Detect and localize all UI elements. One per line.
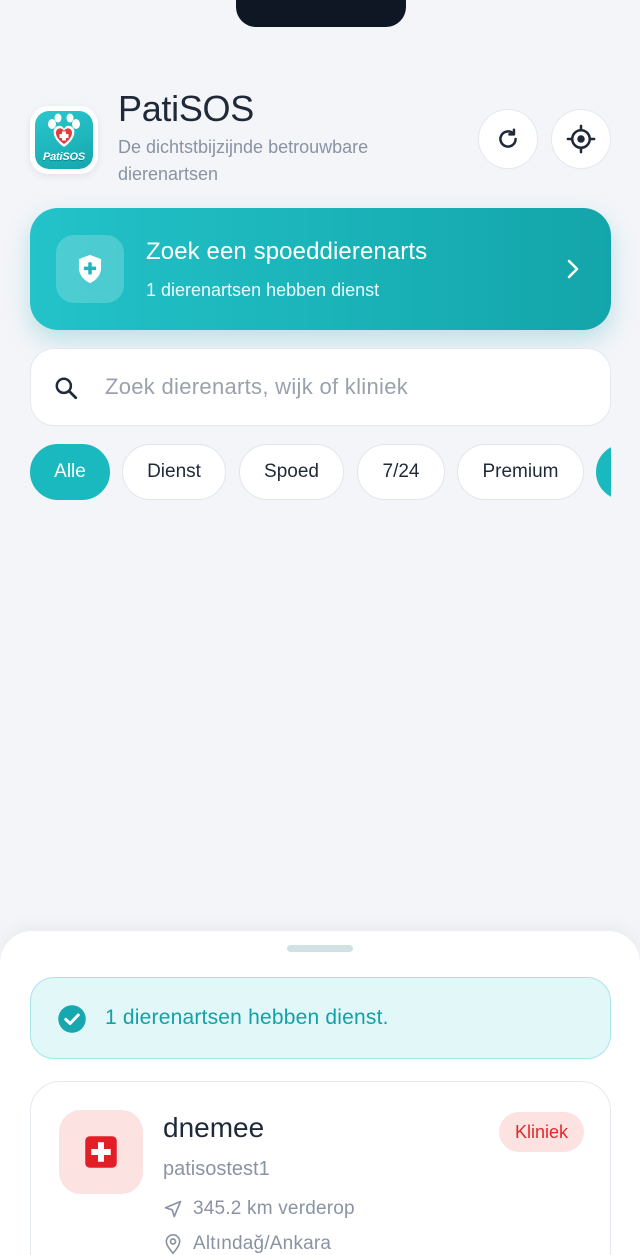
app-subtitle: De dichtstbijzijnde betrouwbare dierenar… xyxy=(118,137,369,184)
refresh-icon xyxy=(499,128,517,148)
sheet-drag-handle[interactable] xyxy=(287,945,353,952)
map-pin-icon xyxy=(165,1234,181,1255)
medical-cross-icon xyxy=(85,1136,117,1168)
emergency-vet-button[interactable]: Zoek een spoeddierenarts 1 dierenartsen … xyxy=(30,208,611,330)
bottom-sheet: 1 dierenartsen hebben dienst. dnemee pat… xyxy=(0,931,640,1255)
refresh-button[interactable] xyxy=(478,109,538,169)
clinic-location: Altındağ/Ankara xyxy=(193,1233,332,1254)
clinic-distance-row: 345.2 km verderop xyxy=(163,1196,355,1222)
chip-next[interactable] xyxy=(596,444,611,500)
locate-button[interactable] xyxy=(551,109,611,169)
emergency-icon-box xyxy=(56,235,124,303)
emergency-title: Zoek een spoeddierenarts xyxy=(146,238,428,265)
clinic-distance: 345.2 km verderop xyxy=(193,1198,355,1219)
crosshair-location-icon xyxy=(566,124,596,154)
app-title: PatiSOS xyxy=(118,88,254,129)
chip-spoed[interactable]: Spoed xyxy=(239,444,344,500)
device-notch xyxy=(236,0,406,27)
on-duty-banner: 1 dierenartsen hebben dienst. xyxy=(30,977,611,1059)
clinic-subtitle: patisostest1 xyxy=(163,1158,270,1180)
search-bar xyxy=(30,348,611,426)
app-screen: PatiSOS PatiSOS De dichtstbijzijnde betr… xyxy=(0,0,640,1255)
filter-chips: Alle Dienst Spoed 7/24 Premium xyxy=(30,444,611,500)
chip-dienst[interactable]: Dienst xyxy=(122,444,226,500)
chip-alle[interactable]: Alle xyxy=(30,444,110,500)
chip-premium[interactable]: Premium xyxy=(457,444,584,500)
navigation-arrow-icon xyxy=(164,1200,182,1218)
clinic-type-badge: Kliniek xyxy=(499,1112,585,1152)
chip-7-24[interactable]: 7/24 xyxy=(357,444,445,500)
app-logo: PatiSOS xyxy=(30,106,98,174)
chevron-right-icon xyxy=(567,259,579,279)
logo-badge: PatiSOS xyxy=(35,111,93,169)
clinic-icon-box xyxy=(59,1110,143,1194)
clinic-location-row: Altındağ/Ankara xyxy=(163,1231,331,1255)
on-duty-message: 1 dierenartsen hebben dienst. xyxy=(105,1006,389,1029)
clinic-name: dnemee xyxy=(163,1112,265,1143)
search-input[interactable] xyxy=(105,367,585,407)
emergency-subtitle: 1 dierenartsen hebben dienst xyxy=(146,280,380,300)
search-icon xyxy=(55,377,78,400)
check-circle-icon xyxy=(58,1005,86,1033)
logo-text: PatiSOS xyxy=(42,151,85,163)
clinic-card[interactable]: dnemee patisostest1 Kliniek 345.2 km ver… xyxy=(30,1081,611,1255)
shield-plus-icon xyxy=(78,254,102,284)
